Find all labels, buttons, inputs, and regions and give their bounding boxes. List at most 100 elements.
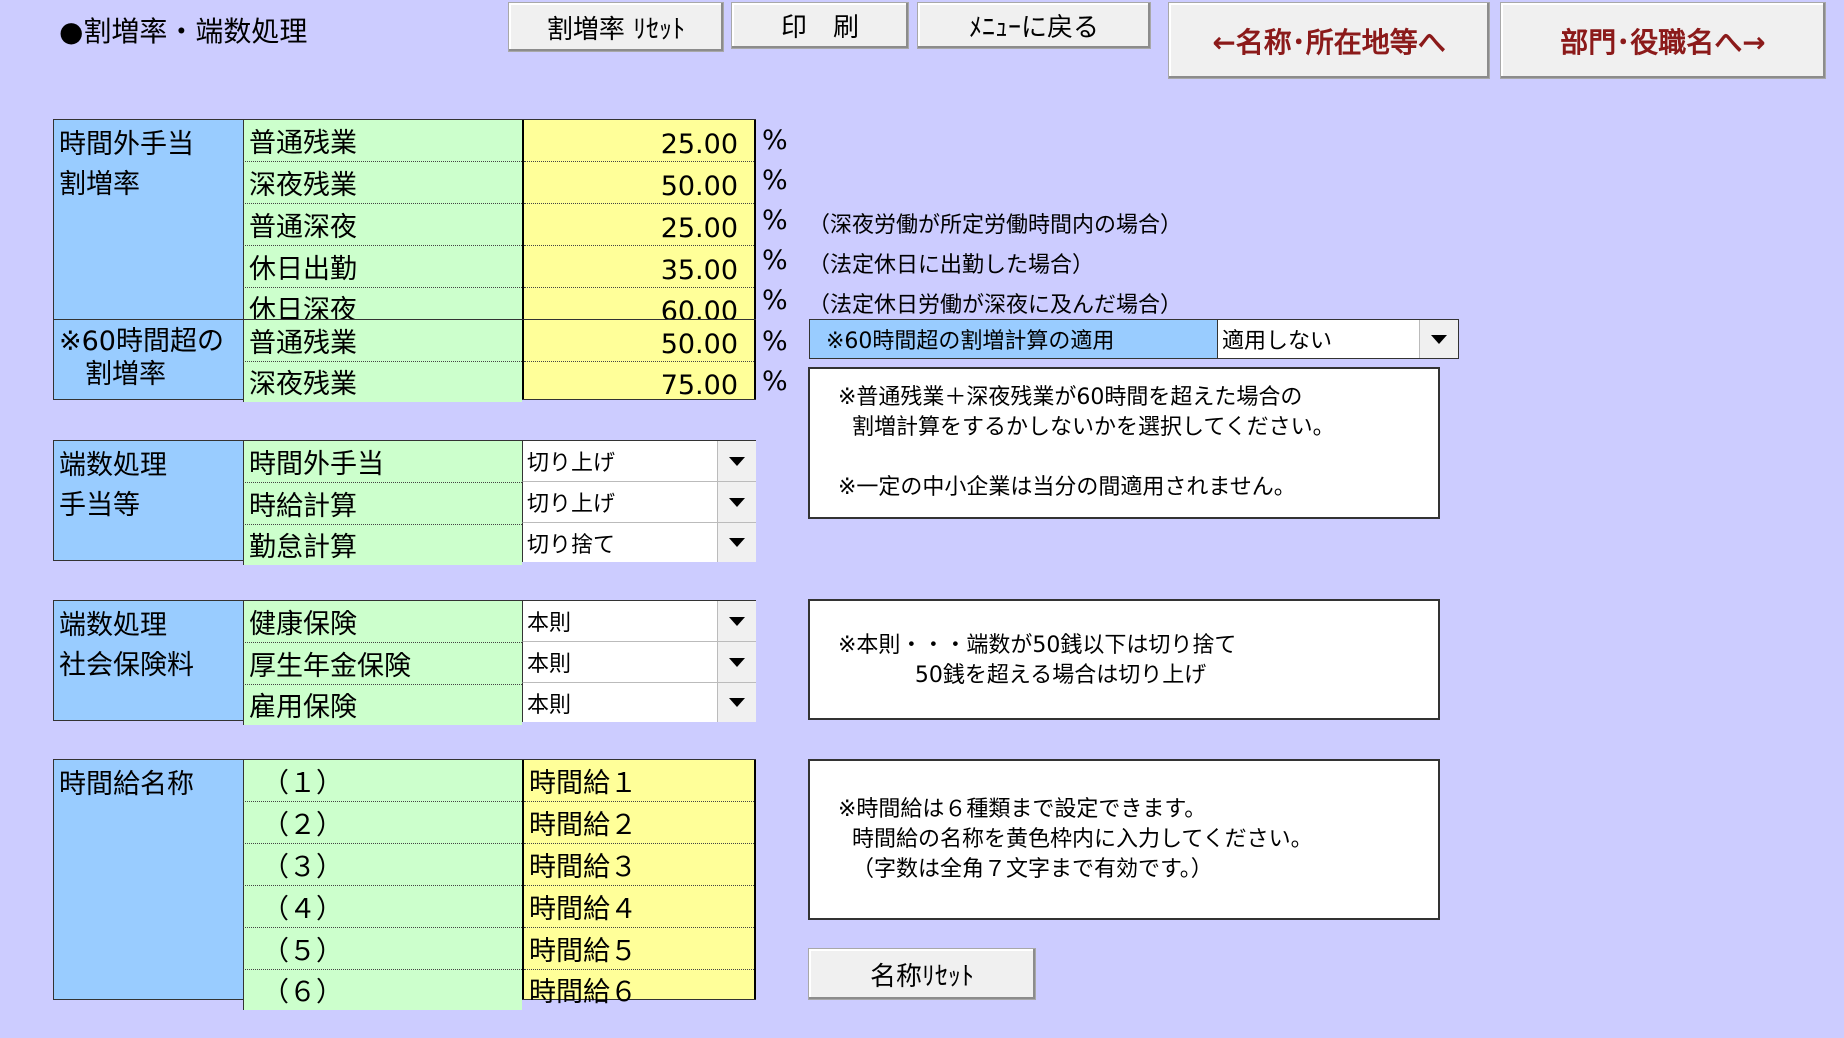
rounding-allowance-block: 端数処理 手当等 時間外手当 時給計算 勤怠計算 切り上げ 切り上げ 切り捨て [53,440,756,565]
hourly-name-input-4[interactable]: 時間給４ [524,886,754,928]
hourly-note-line2: 時間給の名称を黄色枠内に入力してください。 [838,827,1313,852]
overtime-header-line2: 割増率 [59,169,140,200]
hourly-label-1: （１） [243,760,522,802]
hourly-label-2: （２） [243,802,522,844]
chevron-down-icon[interactable] [717,441,756,481]
insurance-health-value: 本則 [527,611,572,636]
insurance-health-dropdown[interactable]: 本則 [522,601,756,642]
insurance-note-box: ※本則・・・端数が50銭以下は切り捨て 50銭を超える場合は切り上げ [808,599,1440,720]
hourly-name-input-6[interactable]: 時間給６ [524,970,754,1010]
hourly-label-3: （３） [243,844,522,886]
rounding-overtime-value: 切り上げ [527,451,616,476]
overtime-unit-night: % [762,165,788,196]
rounding-hourly-dropdown[interactable]: 切り上げ [522,482,756,523]
overtime-header: 時間外手当 割増率 [54,125,194,205]
print-button[interactable]: 印 刷 [731,2,909,49]
over60-value-regular[interactable]: 50.00 [524,320,754,362]
chevron-down-icon[interactable] [717,642,756,682]
over60-label-night: 深夜残業 [243,362,522,402]
chevron-down-icon[interactable] [1419,320,1458,358]
overtime-unit-holiday-night: % [762,285,788,316]
overtime-unit-regular: % [762,125,788,156]
over60-rate-block: ※60時間超の 割増率 普通残業 深夜残業 50.00 75.00 [53,319,756,402]
over60-note-line1: ※普通残業＋深夜残業が60時間を超えた場合の [838,385,1303,410]
hourly-label-4: （４） [243,886,522,928]
insurance-pension-value: 本則 [527,652,572,677]
overtime-note-holiday: （法定休日に出勤した場合） [808,253,1095,278]
rounding-allowance-header: 端数処理 手当等 [54,446,167,526]
over60-note-line3 [838,443,1438,473]
prev-page-button[interactable]: ←名称･所在地等へ [1168,2,1490,79]
over60-apply-dropdown[interactable]: 適用しない [1218,320,1458,358]
overtime-note-holiday-night: （法定休日労働が深夜に及んだ場合） [808,293,1183,318]
next-page-button[interactable]: 部門･役職名へ→ [1500,2,1826,79]
overtime-value-holiday[interactable]: 35.00 [524,246,754,288]
overtime-unit-regular-night: % [762,205,788,236]
rounding-label-attendance: 勤怠計算 [243,525,522,565]
hourly-name-input-1[interactable]: 時間給１ [524,760,754,802]
over60-header: ※60時間超の 割増率 [54,325,224,391]
back-to-menu-button[interactable]: ﾒﾆｭｰに戻る [917,2,1151,49]
hourly-note-line1: ※時間給は６種類まで設定できます。 [838,797,1207,822]
over60-note-line2: 割増計算をするかしないかを選択してください。 [838,415,1335,440]
over60-note-line4: ※一定の中小企業は当分の間適用されません。 [838,475,1296,500]
rounding-insurance-header-line1: 端数処理 [59,610,167,641]
over60-header-line1: ※60時間超の [59,326,224,357]
overtime-unit-holiday: % [762,245,788,276]
overtime-value-night[interactable]: 50.00 [524,162,754,204]
insurance-label-health: 健康保険 [243,601,522,643]
chevron-down-icon[interactable] [717,482,756,522]
hourly-names-header: 時間給名称 [59,769,194,800]
rounding-insurance-block: 端数処理 社会保険料 健康保険 厚生年金保険 雇用保険 本則 本則 本則 [53,600,756,725]
rounding-overtime-dropdown[interactable]: 切り上げ [522,441,756,482]
overtime-header-line1: 時間外手当 [59,129,194,160]
hourly-note-line3: （字数は全角７文字まで有効です。） [838,857,1213,882]
over60-label-regular: 普通残業 [243,320,522,362]
over60-apply-label: ※60時間超の割増計算の適用 [810,320,1218,358]
hourly-name-input-5[interactable]: 時間給５ [524,928,754,970]
overtime-label-night: 深夜残業 [243,162,522,204]
insurance-pension-dropdown[interactable]: 本則 [522,642,756,683]
insurance-label-pension: 厚生年金保険 [243,643,522,685]
overtime-label-holiday: 休日出勤 [243,246,522,288]
page-title: ●割増率・端数処理 [59,15,308,48]
over60-header-line2: 割増率 [85,359,166,390]
overtime-label-regular-night: 普通深夜 [243,204,522,246]
chevron-down-icon[interactable] [717,523,756,562]
insurance-note-line1: ※本則・・・端数が50銭以下は切り捨て [838,633,1237,658]
insurance-label-employment: 雇用保険 [243,685,522,725]
rounding-allowance-header-line2: 手当等 [59,490,140,521]
hourly-label-6: （６） [243,970,522,1010]
rounding-label-overtime: 時間外手当 [243,441,522,483]
over60-value-night[interactable]: 75.00 [524,362,754,402]
overtime-value-regular[interactable]: 25.00 [524,120,754,162]
over60-note-box: ※普通残業＋深夜残業が60時間を超えた場合の 割増計算をするかしないかを選択して… [808,367,1440,519]
overtime-value-regular-night[interactable]: 25.00 [524,204,754,246]
over60-unit-regular: % [762,326,788,357]
reset-rates-button[interactable]: 割増率 ﾘｾｯﾄ [508,2,724,52]
hourly-label-5: （５） [243,928,522,970]
rounding-attendance-value: 切り捨て [527,532,616,558]
hourly-name-input-2[interactable]: 時間給２ [524,802,754,844]
overtime-label-regular: 普通残業 [243,120,522,162]
over60-unit-night: % [762,366,788,397]
over60-apply-value: 適用しない [1222,329,1333,354]
rounding-allowance-header-line1: 端数処理 [59,450,167,481]
rounding-hourly-value: 切り上げ [527,492,616,517]
chevron-down-icon[interactable] [717,683,756,722]
rounding-insurance-header: 端数処理 社会保険料 [54,606,194,686]
rounding-attendance-dropdown[interactable]: 切り捨て [522,523,756,562]
rounding-label-hourly: 時給計算 [243,483,522,525]
chevron-down-icon[interactable] [717,601,756,641]
rounding-insurance-header-line2: 社会保険料 [59,650,194,681]
overtime-rate-block: 時間外手当 割増率 普通残業 深夜残業 普通深夜 休日出勤 休日深夜 25.00… [53,119,756,328]
insurance-note-line2: 50銭を超える場合は切り上げ [838,663,1207,688]
overtime-note-regular-night: （深夜労働が所定労働時間内の場合） [808,213,1183,238]
over60-apply-row: ※60時間超の割増計算の適用 適用しない [809,319,1459,359]
insurance-employment-dropdown[interactable]: 本則 [522,683,756,722]
name-reset-button[interactable]: 名称ﾘｾｯﾄ [808,948,1036,1000]
insurance-employment-value: 本則 [527,692,572,718]
hourly-note-box: ※時間給は６種類まで設定できます。 時間給の名称を黄色枠内に入力してください。 … [808,759,1440,920]
hourly-names-block: 時間給名称 （１） （２） （３） （４） （５） （６） 時間給１ 時間給２ … [53,759,756,1010]
hourly-name-input-3[interactable]: 時間給３ [524,844,754,886]
